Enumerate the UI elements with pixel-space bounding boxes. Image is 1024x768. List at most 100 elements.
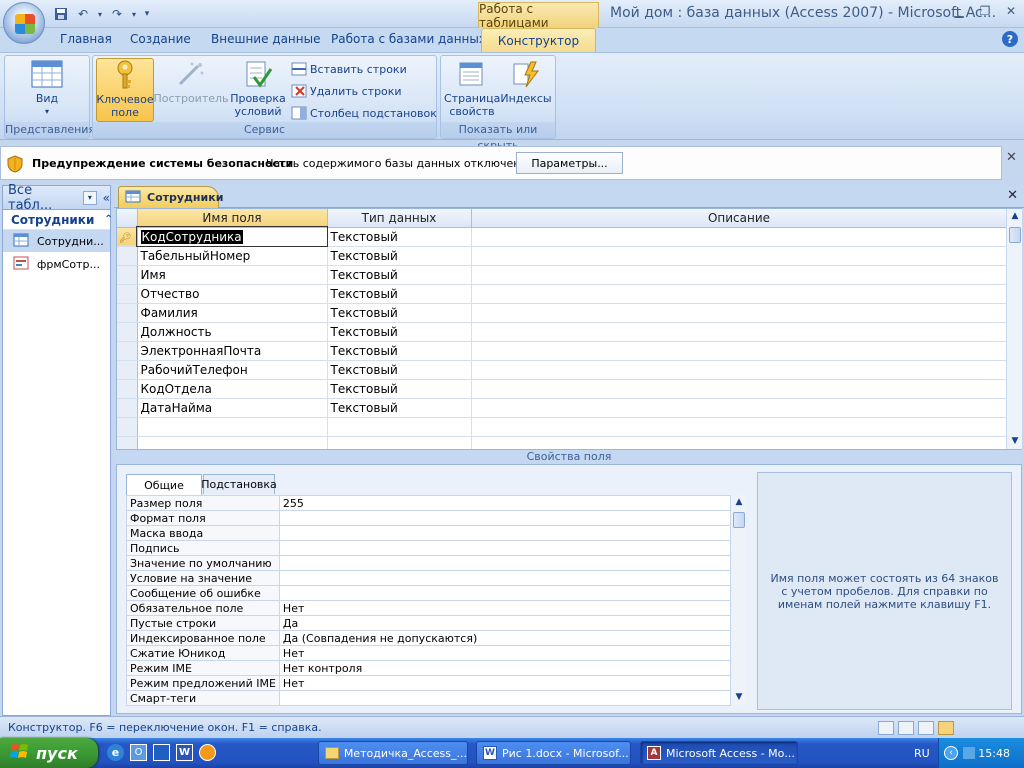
data-type-cell[interactable]: Текстовый bbox=[327, 322, 472, 342]
description-cell[interactable] bbox=[471, 417, 1008, 437]
scroll-up-icon[interactable]: ▲ bbox=[731, 495, 747, 510]
shutter-collapse-icon[interactable]: « bbox=[103, 191, 110, 205]
property-row[interactable]: Пустые строки Да bbox=[126, 615, 732, 631]
property-value[interactable] bbox=[278, 585, 732, 601]
description-cell[interactable] bbox=[471, 265, 1008, 285]
property-row[interactable]: Режим предложений IME Нет bbox=[126, 675, 732, 691]
description-cell[interactable] bbox=[471, 227, 1008, 247]
field-row[interactable]: Имя Текстовый bbox=[117, 265, 1008, 285]
language-indicator[interactable]: RU bbox=[914, 747, 930, 760]
row-selector[interactable]: 🔑︎ bbox=[117, 227, 138, 247]
field-name-cell[interactable]: Имя bbox=[137, 265, 328, 285]
view-button[interactable]: Вид ▾ bbox=[13, 58, 81, 124]
description-cell[interactable] bbox=[471, 303, 1008, 323]
taskbar-window-word[interactable]: W Рис 1.docx - Microsof... bbox=[476, 741, 631, 765]
primary-key-button[interactable]: Ключевое поле bbox=[96, 58, 154, 122]
restore-icon[interactable]: ❐ bbox=[972, 0, 998, 22]
nav-group-header[interactable]: Сотрудники ⌃ bbox=[3, 210, 113, 230]
pivot-table-view-icon[interactable] bbox=[898, 721, 914, 735]
data-type-cell[interactable]: Текстовый bbox=[327, 303, 472, 323]
tab-lookup[interactable]: Подстановка bbox=[201, 474, 277, 494]
property-value[interactable]: Нет bbox=[278, 600, 732, 616]
properties-scrollbar[interactable]: ▲ ▼ bbox=[730, 495, 746, 705]
row-selector[interactable] bbox=[117, 341, 138, 361]
field-row[interactable]: Отчество Текстовый bbox=[117, 284, 1008, 304]
media-player-icon[interactable] bbox=[199, 744, 216, 761]
property-value[interactable] bbox=[278, 510, 732, 526]
property-sheet-button[interactable]: Страница свойств bbox=[443, 58, 501, 124]
outlook-icon[interactable]: O bbox=[130, 744, 147, 761]
description-cell[interactable] bbox=[471, 398, 1008, 418]
description-cell[interactable] bbox=[471, 360, 1008, 380]
description-cell[interactable] bbox=[471, 379, 1008, 399]
description-cell[interactable] bbox=[471, 341, 1008, 361]
property-value[interactable] bbox=[278, 540, 732, 556]
tab-home[interactable]: Главная bbox=[60, 32, 112, 52]
minimize-icon[interactable]: ▁ bbox=[946, 0, 972, 22]
empty-row[interactable] bbox=[117, 436, 1008, 449]
datasheet-view-icon[interactable] bbox=[878, 721, 894, 735]
data-type-cell[interactable] bbox=[327, 436, 472, 449]
clock[interactable]: 15:48 bbox=[978, 747, 1010, 760]
help-icon[interactable]: ? bbox=[1002, 31, 1018, 47]
show-hidden-icons-icon[interactable]: ‹ bbox=[944, 746, 958, 760]
tab-database-tools[interactable]: Работа с базами данных bbox=[331, 32, 486, 52]
field-name-cell[interactable]: ТабельныйНомер bbox=[137, 246, 328, 266]
field-name-cell[interactable] bbox=[137, 436, 328, 449]
desktop-icon[interactable] bbox=[153, 744, 170, 761]
close-security-bar-icon[interactable]: ✕ bbox=[1006, 150, 1020, 165]
property-value[interactable] bbox=[278, 525, 732, 541]
data-type-cell[interactable]: Текстовый bbox=[327, 398, 472, 418]
property-value[interactable]: 255 bbox=[278, 495, 732, 511]
description-cell[interactable] bbox=[471, 284, 1008, 304]
tab-design[interactable]: Конструктор bbox=[481, 28, 596, 52]
redo-icon[interactable]: ↷ bbox=[108, 5, 126, 23]
undo-dropdown-icon[interactable]: ▾ bbox=[96, 5, 104, 23]
insert-rows-button[interactable]: Вставить строки bbox=[291, 59, 407, 79]
scroll-up-icon[interactable]: ▲ bbox=[1007, 209, 1023, 224]
save-icon[interactable] bbox=[52, 5, 70, 23]
scroll-thumb[interactable] bbox=[733, 512, 745, 528]
select-all-corner[interactable] bbox=[117, 209, 138, 228]
row-selector[interactable] bbox=[117, 265, 138, 285]
field-name-cell[interactable]: РабочийТелефон bbox=[137, 360, 328, 380]
options-button[interactable]: Параметры... bbox=[516, 152, 623, 174]
property-row[interactable]: Индексированное поле Да (Совпадения не до… bbox=[126, 630, 732, 646]
property-row[interactable]: Подпись bbox=[126, 540, 732, 556]
test-rules-button[interactable]: Проверка условий bbox=[227, 58, 289, 124]
scroll-down-icon[interactable]: ▼ bbox=[731, 690, 747, 705]
property-row[interactable]: Маска ввода bbox=[126, 525, 732, 541]
field-row[interactable]: РабочийТелефон Текстовый bbox=[117, 360, 1008, 380]
row-selector[interactable] bbox=[117, 436, 138, 449]
description-cell[interactable] bbox=[471, 436, 1008, 449]
data-type-cell[interactable]: Текстовый bbox=[327, 379, 472, 399]
property-value[interactable]: Нет контроля bbox=[278, 660, 732, 676]
pivot-chart-view-icon[interactable] bbox=[918, 721, 934, 735]
close-document-icon[interactable]: ✕ bbox=[1007, 188, 1018, 203]
word-icon[interactable]: W bbox=[176, 744, 193, 761]
field-name-cell[interactable]: КодОтдела bbox=[137, 379, 328, 399]
empty-row[interactable] bbox=[117, 417, 1008, 437]
row-selector[interactable] bbox=[117, 284, 138, 304]
field-name-cell[interactable]: Должность bbox=[137, 322, 328, 342]
property-row[interactable]: Формат поля bbox=[126, 510, 732, 526]
tab-external-data[interactable]: Внешние данные bbox=[211, 32, 320, 52]
field-name-cell[interactable]: Фамилия bbox=[137, 303, 328, 323]
property-row[interactable]: Значение по умолчанию bbox=[126, 555, 732, 571]
property-value[interactable]: Нет bbox=[278, 675, 732, 691]
row-selector[interactable] bbox=[117, 379, 138, 399]
field-name-cell[interactable]: ЭлектроннаяПочта bbox=[137, 341, 328, 361]
property-row[interactable]: Размер поля 255 bbox=[126, 495, 732, 511]
internet-explorer-icon[interactable]: e bbox=[107, 744, 124, 761]
header-field-name[interactable]: Имя поля bbox=[137, 209, 328, 228]
property-value[interactable] bbox=[278, 555, 732, 571]
field-row[interactable]: Должность Текстовый bbox=[117, 322, 1008, 342]
field-row[interactable]: КодОтдела Текстовый bbox=[117, 379, 1008, 399]
nav-item-table[interactable]: Сотрудни... bbox=[3, 230, 110, 252]
undo-icon[interactable]: ↶ bbox=[74, 5, 92, 23]
taskbar-window-access[interactable]: A Microsoft Access - Мо... bbox=[640, 741, 798, 765]
row-selector[interactable] bbox=[117, 246, 138, 266]
taskbar-window-explorer[interactable]: Методичка_Access_... bbox=[318, 741, 468, 765]
field-row[interactable]: ДатаНайма Текстовый bbox=[117, 398, 1008, 418]
property-value[interactable]: Да bbox=[278, 615, 732, 631]
